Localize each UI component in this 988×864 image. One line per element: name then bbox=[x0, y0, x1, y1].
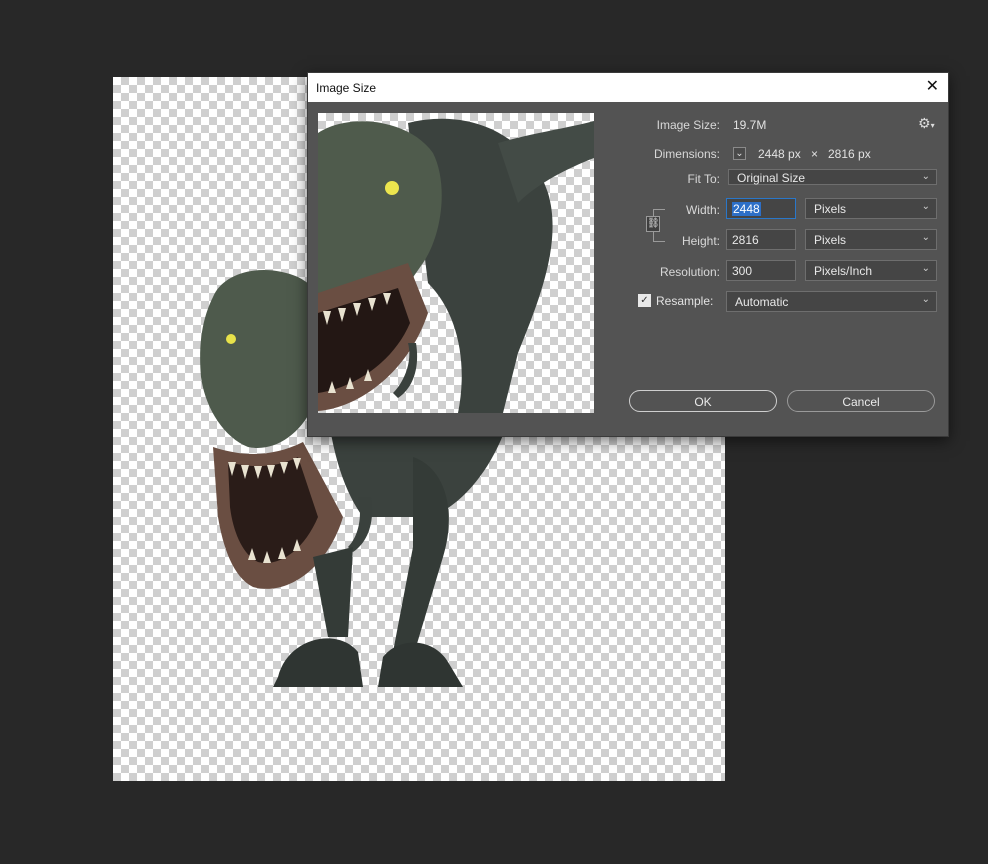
image-size-label: Image Size: bbox=[656, 118, 720, 132]
width-value: 2448 bbox=[732, 202, 761, 216]
chevron-down-icon: ⌄ bbox=[921, 263, 930, 274]
resolution-label: Resolution: bbox=[659, 265, 720, 279]
close-icon[interactable]: ✕ bbox=[926, 78, 939, 96]
dialog-titlebar[interactable]: Image Size ✕ bbox=[308, 73, 948, 102]
height-label: Height: bbox=[681, 234, 720, 248]
chevron-down-icon: ⌄ bbox=[921, 232, 930, 243]
height-field[interactable]: 2816 bbox=[726, 229, 796, 250]
chevron-down-icon: ⌄ bbox=[921, 294, 930, 305]
image-size-dialog: Image Size ✕ Image Size: 19.7M ⚙▾ Dimens… bbox=[307, 72, 949, 437]
resolution-field[interactable]: 300 bbox=[726, 260, 796, 281]
chevron-down-icon: ⌄ bbox=[921, 171, 930, 182]
resolution-value: 300 bbox=[732, 264, 753, 278]
checkmark-icon: ✓ bbox=[640, 295, 649, 306]
chevron-down-icon: ⌄ bbox=[921, 201, 930, 212]
height-unit-select[interactable]: Pixels ⌄ bbox=[805, 229, 937, 250]
width-label: Width: bbox=[685, 203, 720, 217]
width-unit-value: Pixels bbox=[814, 202, 847, 216]
cancel-button[interactable]: Cancel bbox=[787, 390, 935, 412]
resample-checkbox[interactable]: ✓ bbox=[638, 294, 651, 307]
resample-select[interactable]: Automatic ⌄ bbox=[726, 291, 937, 312]
chevron-down-icon[interactable]: ⌄ bbox=[733, 147, 746, 160]
fit-to-value: Original Size bbox=[737, 171, 806, 185]
resolution-unit-value: Pixels/Inch bbox=[814, 264, 873, 278]
resample-label: Resample: bbox=[656, 294, 714, 308]
dimensions-times-sign: × bbox=[811, 147, 819, 161]
resolution-unit-select[interactable]: Pixels/Inch ⌄ bbox=[805, 260, 937, 281]
ok-button-label: OK bbox=[694, 395, 712, 409]
image-size-value: 19.7M bbox=[733, 118, 767, 132]
height-unit-value: Pixels bbox=[814, 233, 847, 247]
dimensions-height-value: 2816 px bbox=[828, 147, 871, 161]
ok-button[interactable]: OK bbox=[629, 390, 777, 412]
dialog-title: Image Size bbox=[316, 81, 377, 95]
resample-value: Automatic bbox=[735, 295, 789, 309]
dinosaur-preview-image bbox=[318, 118, 594, 413]
height-value: 2816 bbox=[732, 233, 759, 247]
link-icon[interactable]: ⛓ bbox=[646, 216, 660, 232]
fit-to-label: Fit To: bbox=[687, 172, 720, 186]
dimensions-label: Dimensions: bbox=[653, 147, 720, 161]
width-field[interactable]: 2448 bbox=[726, 198, 796, 219]
cancel-button-label: Cancel bbox=[842, 395, 880, 409]
image-preview[interactable] bbox=[318, 113, 594, 413]
link-bracket-top bbox=[653, 209, 665, 210]
fit-to-select[interactable]: Original Size ⌄ bbox=[728, 169, 937, 185]
width-unit-select[interactable]: Pixels ⌄ bbox=[805, 198, 937, 219]
dimensions-width-value: 2448 px bbox=[758, 147, 801, 161]
gear-icon[interactable]: ⚙▾ bbox=[918, 115, 935, 132]
